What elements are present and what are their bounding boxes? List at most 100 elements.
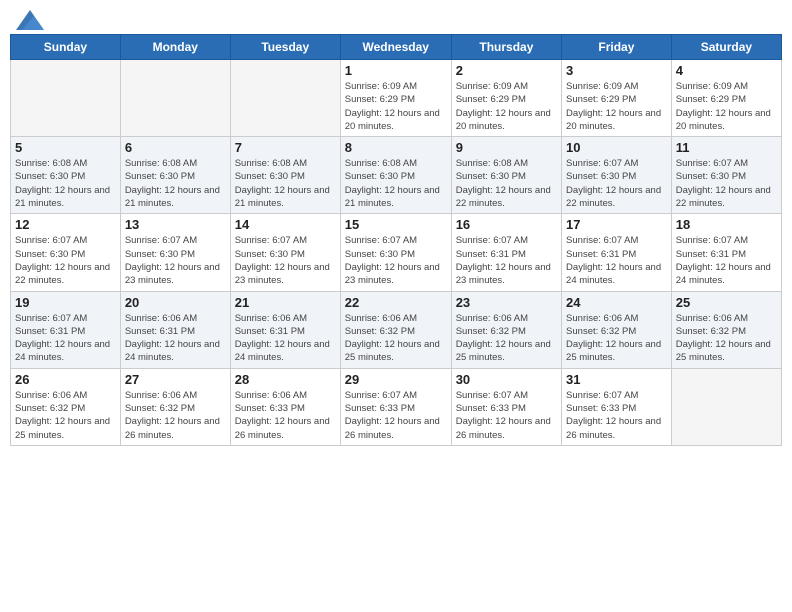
day-number: 16 [456, 217, 557, 232]
day-info: Sunrise: 6:08 AM Sunset: 6:30 PM Dayligh… [456, 157, 557, 210]
calendar-cell: 6 Sunrise: 6:08 AM Sunset: 6:30 PM Daylig… [120, 137, 230, 214]
day-number: 25 [676, 295, 777, 310]
day-number: 13 [125, 217, 226, 232]
calendar-cell: 1 Sunrise: 6:09 AM Sunset: 6:29 PM Daylig… [340, 60, 451, 137]
calendar-cell: 24 Sunrise: 6:06 AM Sunset: 6:32 PM Dayli… [562, 291, 672, 368]
calendar-cell: 8Sunrise: 6:08 AM Sunset: 6:30 PM Daylig… [340, 137, 451, 214]
day-number: 4 [676, 63, 777, 78]
day-number: 18 [676, 217, 777, 232]
logo-icon [16, 10, 44, 30]
day-number: 15 [345, 217, 447, 232]
calendar-cell: 10 Sunrise: 6:07 AM Sunset: 6:30 PM Dayli… [562, 137, 672, 214]
weekday-header-tuesday: Tuesday [230, 35, 340, 60]
calendar-cell: 23 Sunrise: 6:06 AM Sunset: 6:32 PM Dayli… [451, 291, 561, 368]
calendar-cell: 5 Sunrise: 6:08 AM Sunset: 6:30 PM Daylig… [11, 137, 121, 214]
day-number: 23 [456, 295, 557, 310]
day-number: 9 [456, 140, 557, 155]
day-info: Sunrise: 6:07 AM Sunset: 6:31 PM Dayligh… [676, 234, 777, 287]
calendar-cell: 26 Sunrise: 6:06 AM Sunset: 6:32 PM Dayli… [11, 368, 121, 445]
day-number: 19 [15, 295, 116, 310]
day-info: Sunrise: 6:07 AM Sunset: 6:30 PM Dayligh… [345, 234, 447, 287]
day-number: 27 [125, 372, 226, 387]
calendar-cell [120, 60, 230, 137]
day-number: 3 [566, 63, 667, 78]
day-number: 31 [566, 372, 667, 387]
calendar-week-1: 1 Sunrise: 6:09 AM Sunset: 6:29 PM Daylig… [11, 60, 782, 137]
day-number: 12 [15, 217, 116, 232]
calendar-cell: 28 Sunrise: 6:06 AM Sunset: 6:33 PM Dayli… [230, 368, 340, 445]
calendar-cell: 13 Sunrise: 6:07 AM Sunset: 6:30 PM Dayli… [120, 214, 230, 291]
calendar-cell: 31 Sunrise: 6:07 AM Sunset: 6:33 PM Dayli… [562, 368, 672, 445]
day-info: Sunrise: 6:07 AM Sunset: 6:30 PM Dayligh… [235, 234, 336, 287]
day-info: Sunrise: 6:07 AM Sunset: 6:30 PM Dayligh… [15, 234, 116, 287]
calendar-week-2: 5 Sunrise: 6:08 AM Sunset: 6:30 PM Daylig… [11, 137, 782, 214]
day-number: 29 [345, 372, 447, 387]
day-info: Sunrise: 6:09 AM Sunset: 6:29 PM Dayligh… [676, 80, 777, 133]
calendar-cell: 7Sunrise: 6:08 AM Sunset: 6:30 PM Daylig… [230, 137, 340, 214]
weekday-header-monday: Monday [120, 35, 230, 60]
weekday-header-saturday: Saturday [671, 35, 781, 60]
day-info: Sunrise: 6:06 AM Sunset: 6:32 PM Dayligh… [15, 389, 116, 442]
day-number: 11 [676, 140, 777, 155]
day-info: Sunrise: 6:06 AM Sunset: 6:32 PM Dayligh… [345, 312, 447, 365]
day-number: 17 [566, 217, 667, 232]
day-number: 5 [15, 140, 116, 155]
calendar-cell: 4 Sunrise: 6:09 AM Sunset: 6:29 PM Daylig… [671, 60, 781, 137]
calendar-cell [11, 60, 121, 137]
day-number: 20 [125, 295, 226, 310]
calendar-cell [671, 368, 781, 445]
day-number: 28 [235, 372, 336, 387]
weekday-header-thursday: Thursday [451, 35, 561, 60]
day-number: 10 [566, 140, 667, 155]
weekday-header-sunday: Sunday [11, 35, 121, 60]
day-info: Sunrise: 6:07 AM Sunset: 6:33 PM Dayligh… [345, 389, 447, 442]
weekday-header-wednesday: Wednesday [340, 35, 451, 60]
calendar-cell: 2 Sunrise: 6:09 AM Sunset: 6:29 PM Daylig… [451, 60, 561, 137]
day-info: Sunrise: 6:09 AM Sunset: 6:29 PM Dayligh… [345, 80, 447, 133]
day-info: Sunrise: 6:07 AM Sunset: 6:31 PM Dayligh… [566, 234, 667, 287]
page-header [10, 10, 782, 26]
calendar-week-5: 26 Sunrise: 6:06 AM Sunset: 6:32 PM Dayli… [11, 368, 782, 445]
day-info: Sunrise: 6:08 AM Sunset: 6:30 PM Dayligh… [125, 157, 226, 210]
calendar-cell: 12 Sunrise: 6:07 AM Sunset: 6:30 PM Dayli… [11, 214, 121, 291]
calendar-cell: 16 Sunrise: 6:07 AM Sunset: 6:31 PM Dayli… [451, 214, 561, 291]
calendar-cell [230, 60, 340, 137]
day-info: Sunrise: 6:06 AM Sunset: 6:32 PM Dayligh… [125, 389, 226, 442]
day-info: Sunrise: 6:08 AM Sunset: 6:30 PM Dayligh… [235, 157, 336, 210]
calendar-cell: 9 Sunrise: 6:08 AM Sunset: 6:30 PM Daylig… [451, 137, 561, 214]
day-info: Sunrise: 6:06 AM Sunset: 6:31 PM Dayligh… [125, 312, 226, 365]
day-info: Sunrise: 6:06 AM Sunset: 6:32 PM Dayligh… [676, 312, 777, 365]
calendar-cell: 18 Sunrise: 6:07 AM Sunset: 6:31 PM Dayli… [671, 214, 781, 291]
day-number: 24 [566, 295, 667, 310]
calendar-cell: 14 Sunrise: 6:07 AM Sunset: 6:30 PM Dayli… [230, 214, 340, 291]
day-info: Sunrise: 6:08 AM Sunset: 6:30 PM Dayligh… [15, 157, 116, 210]
day-info: Sunrise: 6:09 AM Sunset: 6:29 PM Dayligh… [456, 80, 557, 133]
day-info: Sunrise: 6:09 AM Sunset: 6:29 PM Dayligh… [566, 80, 667, 133]
day-info: Sunrise: 6:07 AM Sunset: 6:30 PM Dayligh… [566, 157, 667, 210]
calendar-week-3: 12 Sunrise: 6:07 AM Sunset: 6:30 PM Dayli… [11, 214, 782, 291]
day-info: Sunrise: 6:07 AM Sunset: 6:31 PM Dayligh… [15, 312, 116, 365]
calendar-cell: 17 Sunrise: 6:07 AM Sunset: 6:31 PM Dayli… [562, 214, 672, 291]
calendar-cell: 29 Sunrise: 6:07 AM Sunset: 6:33 PM Dayli… [340, 368, 451, 445]
calendar-cell: 25 Sunrise: 6:06 AM Sunset: 6:32 PM Dayli… [671, 291, 781, 368]
day-number: 30 [456, 372, 557, 387]
day-info: Sunrise: 6:07 AM Sunset: 6:33 PM Dayligh… [566, 389, 667, 442]
day-number: 6 [125, 140, 226, 155]
logo [14, 10, 44, 26]
day-number: 21 [235, 295, 336, 310]
calendar-cell: 19 Sunrise: 6:07 AM Sunset: 6:31 PM Dayli… [11, 291, 121, 368]
day-info: Sunrise: 6:07 AM Sunset: 6:31 PM Dayligh… [456, 234, 557, 287]
day-info: Sunrise: 6:06 AM Sunset: 6:33 PM Dayligh… [235, 389, 336, 442]
day-info: Sunrise: 6:07 AM Sunset: 6:30 PM Dayligh… [125, 234, 226, 287]
day-number: 26 [15, 372, 116, 387]
calendar-cell: 11Sunrise: 6:07 AM Sunset: 6:30 PM Dayli… [671, 137, 781, 214]
day-info: Sunrise: 6:06 AM Sunset: 6:32 PM Dayligh… [456, 312, 557, 365]
day-number: 14 [235, 217, 336, 232]
day-info: Sunrise: 6:06 AM Sunset: 6:32 PM Dayligh… [566, 312, 667, 365]
day-number: 2 [456, 63, 557, 78]
day-info: Sunrise: 6:08 AM Sunset: 6:30 PM Dayligh… [345, 157, 447, 210]
calendar-cell: 20 Sunrise: 6:06 AM Sunset: 6:31 PM Dayli… [120, 291, 230, 368]
calendar-cell: 3 Sunrise: 6:09 AM Sunset: 6:29 PM Daylig… [562, 60, 672, 137]
day-number: 1 [345, 63, 447, 78]
calendar-cell: 27 Sunrise: 6:06 AM Sunset: 6:32 PM Dayli… [120, 368, 230, 445]
